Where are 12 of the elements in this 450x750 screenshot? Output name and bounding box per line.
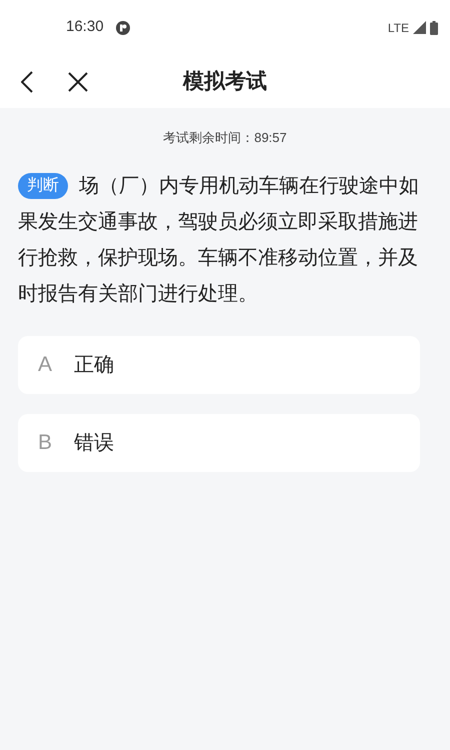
answer-option[interactable]: B 错误 <box>18 414 420 472</box>
answer-option[interactable]: A 正确 <box>18 336 420 394</box>
app-status-icon <box>116 20 130 34</box>
battery-icon <box>430 20 438 34</box>
network-type: LTE <box>388 20 409 36</box>
page-title: 模拟考试 <box>183 68 267 95</box>
remaining-time: 考试剩余时间：89:57 <box>163 129 287 147</box>
question-text: 判断 场（厂）内专用机动车辆在行驶途中如果发生交通事故，驾驶员必须立即采取措施进行抢救，保护现场。车辆不准移动位置，并及时报告有关部门进行处理。 <box>18 172 420 306</box>
close-button[interactable] <box>66 70 90 94</box>
status-time: 16:30 <box>66 17 104 38</box>
signal-icon <box>413 21 426 34</box>
question-type-tag: 判断 <box>18 172 68 198</box>
